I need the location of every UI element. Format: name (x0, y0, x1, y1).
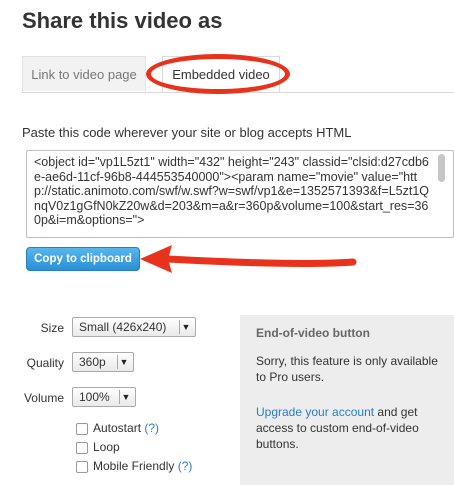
end-of-video-title: End-of-video button (256, 326, 370, 340)
loop-checkbox[interactable] (76, 442, 88, 454)
tab-link-to-video-page[interactable]: Link to video page (22, 56, 146, 91)
autostart-text: Autostart (93, 421, 142, 435)
tab-embedded-video[interactable]: Embedded video (162, 56, 280, 92)
chevron-down-icon: ▼ (179, 320, 192, 334)
loop-label: Loop (93, 440, 120, 454)
mobile-friendly-label: Mobile Friendly (?) (93, 459, 192, 473)
chevron-down-icon: ▼ (117, 355, 130, 369)
autostart-label: Autostart (?) (93, 421, 159, 435)
size-select[interactable]: Small (426x240) ▼ (72, 317, 196, 337)
autostart-help-link[interactable]: (?) (144, 421, 159, 435)
quality-label: Quality (26, 356, 64, 370)
size-label: Size (40, 321, 64, 335)
quality-value: 360p (79, 355, 106, 369)
page-title: Share this video as (22, 8, 223, 33)
embed-code-textarea[interactable]: <object id="vp1L5zt1" width="432" height… (26, 150, 454, 238)
quality-select[interactable]: 360p ▼ (72, 352, 134, 372)
end-of-video-panel (240, 315, 454, 485)
pro-only-message: Sorry, this feature is only available to… (256, 354, 438, 384)
chevron-down-icon: ▼ (119, 390, 132, 404)
size-value: Small (426x240) (79, 320, 167, 334)
upgrade-text: Upgrade your account and get access to c… (256, 404, 450, 452)
upgrade-account-link[interactable]: Upgrade your account (256, 405, 374, 419)
code-scrollbar[interactable] (438, 154, 445, 182)
mobile-friendly-text: Mobile Friendly (93, 459, 175, 473)
tab-bar: Link to video page Embedded video (22, 56, 454, 93)
volume-label: Volume (23, 391, 64, 405)
volume-select[interactable]: 100% ▼ (72, 387, 136, 407)
volume-value: 100% (79, 390, 110, 404)
embed-instructions: Paste this code wherever your site or bl… (22, 125, 352, 140)
copy-to-clipboard-button[interactable]: Copy to clipboard (26, 247, 140, 271)
arrow-annotation (140, 245, 357, 273)
mobile-friendly-checkbox[interactable] (76, 461, 88, 473)
autostart-checkbox[interactable] (76, 423, 88, 435)
arrow-shaft (164, 255, 357, 267)
mobile-friendly-help-link[interactable]: (?) (178, 459, 193, 473)
arrow-head (140, 245, 172, 273)
